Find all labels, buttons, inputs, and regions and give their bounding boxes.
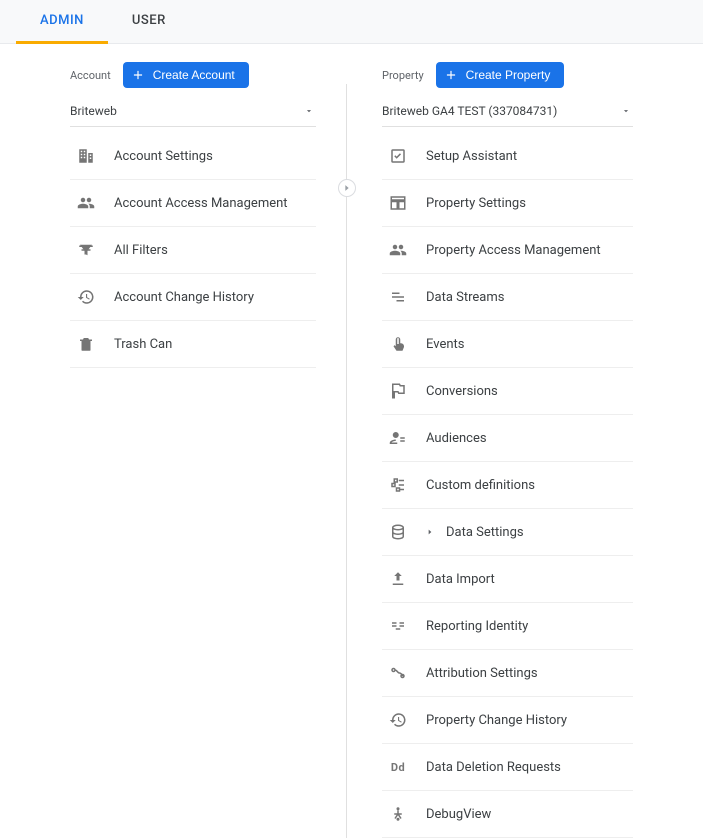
menu-item-label: DebugView [426, 807, 491, 822]
menu-item-label: Property Settings [426, 196, 526, 211]
menu-item-label: Account Access Management [114, 196, 288, 211]
identity-icon [388, 616, 408, 636]
property-item-data-deletion[interactable]: Dd Data Deletion Requests [382, 744, 633, 791]
plus-icon [444, 68, 458, 82]
menu-item-label: Data Deletion Requests [426, 760, 561, 775]
menu-item-label: Custom definitions [426, 478, 535, 493]
property-item-data-streams[interactable]: Data Streams [382, 274, 633, 321]
tab-admin[interactable]: ADMIN [16, 0, 108, 44]
people-icon [76, 193, 96, 213]
history-icon [388, 710, 408, 730]
touch-icon [388, 334, 408, 354]
dd-text-icon: Dd [388, 757, 408, 777]
tab-bar: ADMIN USER [0, 0, 703, 44]
account-item-access[interactable]: Account Access Management [70, 180, 316, 227]
attribution-icon [388, 663, 408, 683]
history-icon [76, 287, 96, 307]
people-icon [388, 240, 408, 260]
create-account-label: Create Account [153, 68, 235, 82]
account-selector[interactable]: Briteweb [70, 98, 316, 127]
flag-icon [388, 381, 408, 401]
property-item-access[interactable]: Property Access Management [382, 227, 633, 274]
trash-icon [76, 334, 96, 354]
property-item-reporting-identity[interactable]: Reporting Identity [382, 603, 633, 650]
create-account-button[interactable]: Create Account [123, 62, 249, 88]
database-icon [388, 522, 408, 542]
account-item-filters[interactable]: All Filters [70, 227, 316, 274]
menu-item-label: Data Import [426, 572, 495, 587]
collapse-column-button[interactable] [338, 179, 356, 197]
property-item-events[interactable]: Events [382, 321, 633, 368]
property-item-attribution[interactable]: Attribution Settings [382, 650, 633, 697]
property-item-data-import[interactable]: Data Import [382, 556, 633, 603]
layout-icon [388, 193, 408, 213]
menu-item-label: Property Change History [426, 713, 567, 728]
building-icon [76, 146, 96, 166]
property-item-conversions[interactable]: Conversions [382, 368, 633, 415]
create-property-label: Create Property [466, 68, 551, 82]
audience-icon [388, 428, 408, 448]
account-menu: Account Settings Account Access Manageme… [70, 133, 316, 368]
menu-item-label: Audiences [426, 431, 487, 446]
menu-item-label: Conversions [426, 384, 498, 399]
property-item-data-settings[interactable]: Data Settings [382, 509, 633, 556]
checklist-icon [388, 146, 408, 166]
chevron-down-icon [304, 106, 314, 116]
property-selected: Briteweb GA4 TEST (337084731) [382, 104, 557, 118]
chevron-down-icon [621, 106, 631, 116]
account-item-settings[interactable]: Account Settings [70, 133, 316, 180]
menu-item-label: Property Access Management [426, 243, 601, 258]
upload-icon [388, 569, 408, 589]
account-label: Account [70, 69, 111, 82]
create-property-button[interactable]: Create Property [436, 62, 565, 88]
property-item-change-history[interactable]: Property Change History [382, 697, 633, 744]
menu-item-label: Attribution Settings [426, 666, 538, 681]
property-item-debugview[interactable]: DebugView [382, 791, 633, 838]
menu-item-label: Setup Assistant [426, 149, 517, 164]
funnel-icon [76, 240, 96, 260]
menu-item-label: Data Settings [446, 525, 524, 540]
arrow-right-icon [342, 183, 352, 193]
account-column: Account Create Account Briteweb Account … [0, 62, 346, 838]
property-header: Property Create Property [382, 62, 633, 88]
admin-columns: Account Create Account Briteweb Account … [0, 44, 703, 838]
account-item-trash[interactable]: Trash Can [70, 321, 316, 368]
caret-right-icon [426, 528, 434, 536]
menu-item-label: Trash Can [114, 337, 172, 352]
menu-item-label: Account Settings [114, 149, 213, 164]
account-item-history[interactable]: Account Change History [70, 274, 316, 321]
property-item-settings[interactable]: Property Settings [382, 180, 633, 227]
property-item-audiences[interactable]: Audiences [382, 415, 633, 462]
menu-item-label: Events [426, 337, 464, 352]
account-header: Account Create Account [70, 62, 316, 88]
tab-user[interactable]: USER [108, 0, 190, 44]
debug-icon [388, 804, 408, 824]
menu-item-label: Reporting Identity [426, 619, 528, 634]
property-menu: Setup Assistant Property Settings Proper… [382, 133, 633, 838]
menu-item-label: All Filters [114, 243, 168, 258]
menu-item-label: Data Streams [426, 290, 504, 305]
data-streams-icon [388, 287, 408, 307]
property-item-setup-assistant[interactable]: Setup Assistant [382, 133, 633, 180]
custom-definitions-icon [388, 475, 408, 495]
property-selector[interactable]: Briteweb GA4 TEST (337084731) [382, 98, 633, 127]
plus-icon [131, 68, 145, 82]
property-column: Property Create Property Briteweb GA4 TE… [346, 62, 703, 838]
property-label: Property [382, 69, 424, 82]
property-item-custom-definitions[interactable]: Custom definitions [382, 462, 633, 509]
account-selected: Briteweb [70, 104, 117, 118]
menu-item-label: Account Change History [114, 290, 254, 305]
